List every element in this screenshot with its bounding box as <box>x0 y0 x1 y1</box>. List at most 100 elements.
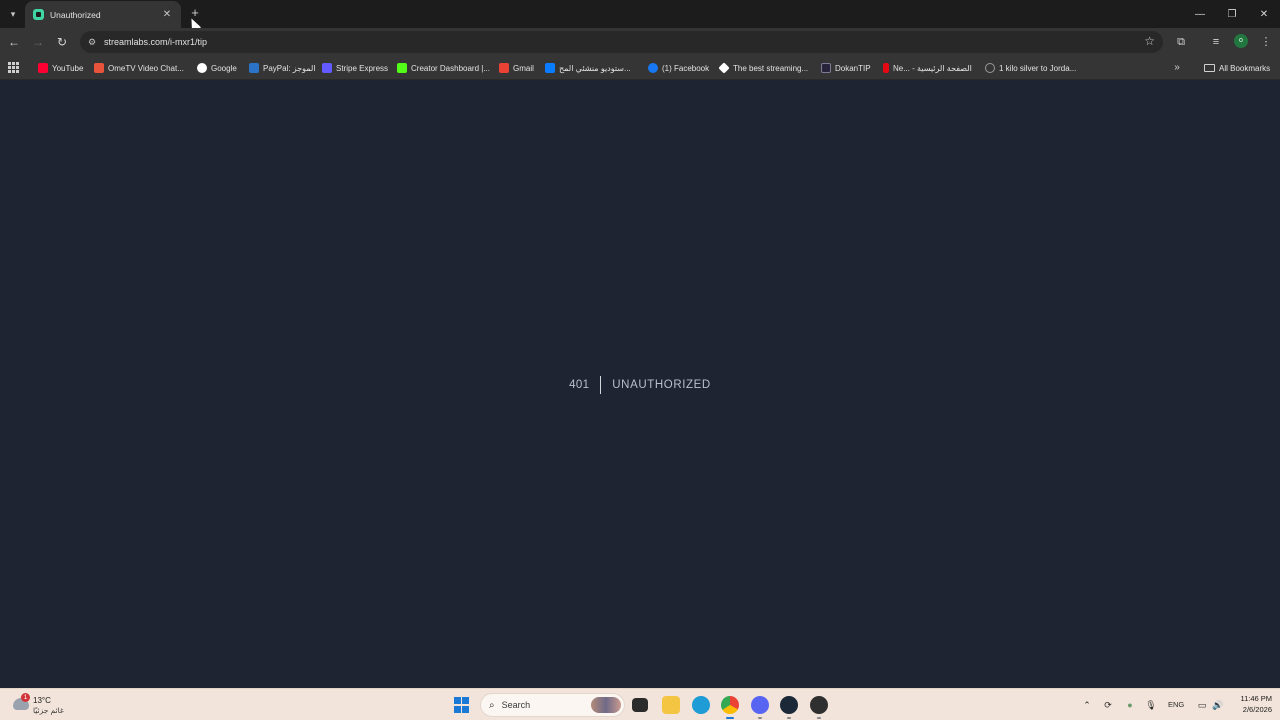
weather-widget[interactable]: 1 13°C غائم جزئيًا <box>12 692 82 718</box>
tab-active[interactable]: Unauthorized ✕ <box>25 1 181 28</box>
restore-button[interactable]: ❐ <box>1216 0 1248 28</box>
bookmark-label: ستوديو منشئي المح... <box>559 63 631 73</box>
clock[interactable]: 11:46 PM 2/6/2026 <box>1228 693 1272 715</box>
apps-grid-icon[interactable] <box>8 62 19 73</box>
error-message: 401 UNAUTHORIZED <box>0 375 1280 395</box>
browser-toolbar: ← → ↻ ⚙ streamlabs.com/i-mxr1/tip ☆ ⧉ ≡ … <box>0 28 1280 56</box>
kick-icon <box>397 63 407 73</box>
bookmark-label: Creator Dashboard |... <box>411 63 491 73</box>
bookmark-label: Stripe Express <box>336 63 389 73</box>
facebook-icon <box>648 63 658 73</box>
bookmark-label: 1 kilo silver to Jorda... <box>999 63 1077 73</box>
bookmark-dokantip[interactable]: DokanTIP <box>821 60 871 76</box>
window-close-button[interactable]: ✕ <box>1248 0 1280 28</box>
all-bookmarks-label: All Bookmarks <box>1219 63 1271 73</box>
clock-time: 11:46 PM <box>1240 694 1272 703</box>
bookmarks-bar: YouTube OmeTV Video Chat... Google PayPa… <box>0 56 1280 80</box>
search-highlight-image <box>591 697 621 713</box>
paypal-icon <box>249 63 259 73</box>
menu-icon[interactable]: ⋮ <box>1258 34 1274 50</box>
bookmark-label: OmeTV Video Chat... <box>108 63 184 73</box>
discord-icon[interactable] <box>751 696 769 714</box>
gmail-icon <box>499 63 509 73</box>
bookmark-label: The best streaming... <box>733 63 809 73</box>
discord-running-indicator <box>758 717 762 719</box>
back-button[interactable]: ← <box>6 34 22 50</box>
tab-title: Unauthorized <box>50 9 101 20</box>
search-label: Search <box>501 700 531 710</box>
steam-running-indicator <box>787 717 791 719</box>
bookmark-ometv[interactable]: OmeTV Video Chat... <box>94 60 184 76</box>
taskbar-search[interactable]: ⌕ Search <box>480 693 625 717</box>
bookmark-facebook[interactable]: (1) Facebook <box>648 60 709 76</box>
address-bar[interactable]: ⚙ streamlabs.com/i-mxr1/tip ☆ <box>80 31 1163 53</box>
forward-button[interactable]: → <box>30 34 46 50</box>
url-text[interactable]: streamlabs.com/i-mxr1/tip <box>104 37 207 47</box>
bookmark-creator-dashboard[interactable]: Creator Dashboard |... <box>397 60 490 76</box>
bookmark-stripe-express[interactable]: Stripe Express <box>322 60 388 76</box>
language-indicator[interactable]: ENG <box>1168 700 1184 709</box>
tab-search-icon[interactable]: ▾ <box>4 5 22 23</box>
site-info-icon[interactable]: ⚙ <box>88 37 102 48</box>
youtube-icon <box>38 63 48 73</box>
bookmark-label: Google <box>211 63 237 73</box>
bookmark-paypal[interactable]: PayPal: الموجز <box>249 60 316 76</box>
bookmark-gmail[interactable]: Gmail <box>499 60 534 76</box>
bookmark-silver-jordan[interactable]: 1 kilo silver to Jorda... <box>985 60 1076 76</box>
bookmark-youtube[interactable]: YouTube <box>38 60 83 76</box>
edge-icon[interactable] <box>692 696 710 714</box>
bookmark-label: Gmail <box>513 63 534 73</box>
stripe-icon <box>322 63 332 73</box>
bookmark-label: Ne... - الصفحة الرئيسية <box>893 63 972 73</box>
task-view-icon[interactable] <box>632 698 648 712</box>
bookmark-star-icon[interactable]: ☆ <box>1144 34 1155 48</box>
bookmark-label: YouTube <box>52 63 84 73</box>
sync-icon[interactable]: ⟳ <box>1101 698 1115 712</box>
netflix-icon <box>883 63 889 73</box>
taskbar: 1 13°C غائم جزئيًا ⌕ Search ⌃ ⟳ ● 🎙 ENG … <box>0 688 1280 720</box>
microphone-icon[interactable]: 🎙 <box>1144 698 1158 712</box>
bookmark-google[interactable]: Google <box>197 60 237 76</box>
bookmark-label: (1) Facebook <box>662 63 710 73</box>
monitor-icon[interactable]: ▭ <box>1195 698 1209 712</box>
media-controls-icon[interactable]: ≡ <box>1208 34 1224 50</box>
error-code: 401 <box>569 376 602 394</box>
bookmark-label: DokanTIP <box>835 63 871 73</box>
bookmark-creator-studio[interactable]: ستوديو منشئي المح... <box>545 60 631 76</box>
volume-icon[interactable]: 🔊 <box>1211 698 1225 712</box>
chevron-up-icon[interactable]: ⌃ <box>1080 698 1094 712</box>
streaming-icon <box>718 62 730 74</box>
tab-strip: ▾ Unauthorized ✕ + — ❐ ✕ <box>0 0 1280 32</box>
folder-icon <box>1204 64 1215 72</box>
obs-icon[interactable] <box>810 696 828 714</box>
steam-icon[interactable] <box>780 696 798 714</box>
more-bookmarks-button[interactable]: » <box>1170 60 1184 76</box>
extensions-icon[interactable]: ⧉ <box>1173 34 1189 50</box>
obs-running-indicator <box>817 717 821 719</box>
google-icon <box>197 63 207 73</box>
weather-description: غائم جزئيًا <box>33 706 64 715</box>
reload-button[interactable]: ↻ <box>54 34 70 50</box>
bookmark-label: PayPal: الموجز <box>263 63 316 73</box>
weather-temperature: 13°C <box>33 696 51 705</box>
window-controls: — ❐ ✕ <box>1184 0 1280 28</box>
minimize-button[interactable]: — <box>1184 0 1216 28</box>
streamlabs-icon <box>33 9 44 20</box>
globe-icon <box>985 63 995 73</box>
bookmark-best-streaming[interactable]: The best streaming... <box>718 60 809 76</box>
chrome-running-indicator <box>726 717 734 719</box>
chrome-icon[interactable] <box>721 696 739 714</box>
all-bookmarks-button[interactable]: All Bookmarks <box>1204 60 1270 76</box>
bookmark-netflix[interactable]: Ne... - الصفحة الرئيسية <box>883 60 972 76</box>
file-explorer-icon[interactable] <box>662 696 680 714</box>
start-button[interactable] <box>454 697 470 713</box>
profile-avatar[interactable]: o <box>1234 34 1248 48</box>
page-content: 401 UNAUTHORIZED <box>0 81 1280 688</box>
ometv-icon <box>94 63 104 73</box>
error-text: UNAUTHORIZED <box>612 379 711 391</box>
dokantip-icon <box>821 63 831 73</box>
search-icon: ⌕ <box>489 699 495 711</box>
status-dot-icon[interactable]: ● <box>1123 698 1137 712</box>
tab-close-icon[interactable]: ✕ <box>161 9 173 20</box>
meta-icon <box>545 63 555 73</box>
